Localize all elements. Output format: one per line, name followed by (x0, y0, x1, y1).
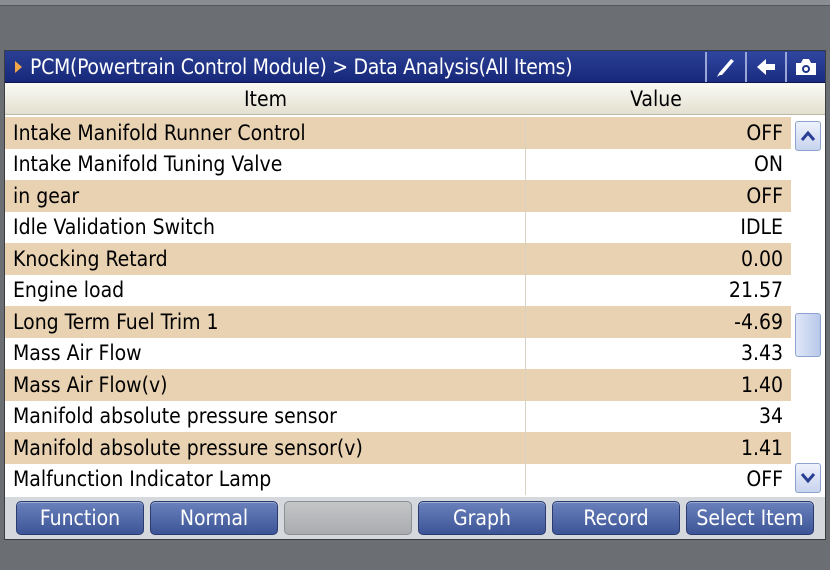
scroll-thumb[interactable] (795, 313, 821, 357)
row-item: Malfunction Indicator Lamp (5, 463, 526, 495)
record-button[interactable]: Record (552, 501, 680, 535)
row-item: Intake Manifold Runner Control (5, 117, 526, 149)
row-item: Mass Air Flow (5, 337, 526, 369)
data-table: Intake Manifold Runner Control OFF Intak… (5, 117, 791, 495)
table-row[interactable]: Engine load 21.57 (5, 274, 791, 306)
table-row[interactable]: Mass Air Flow(v) 1.40 (5, 369, 791, 401)
row-value: OFF (746, 467, 783, 492)
row-value: 21.57 (728, 278, 783, 303)
scroll-up-button[interactable] (795, 121, 821, 151)
row-value: 1.41 (740, 435, 783, 460)
table-row[interactable]: Mass Air Flow 3.43 (5, 337, 791, 369)
row-value: 1.40 (740, 372, 783, 397)
row-value: IDLE (740, 215, 783, 240)
top-strip (0, 0, 830, 6)
row-value: 0.00 (740, 246, 783, 271)
row-item: Engine load (5, 274, 526, 306)
title-bar: PCM(Powertrain Control Module) > Data An… (5, 51, 825, 83)
chevron-up-icon (800, 130, 816, 141)
row-item: Manifold absolute pressure sensor(v) (5, 432, 526, 464)
blank-button (284, 501, 412, 535)
back-icon (757, 58, 775, 75)
row-value: OFF (746, 120, 783, 145)
row-item: Knocking Retard (5, 243, 526, 275)
breadcrumb-arrow-icon (15, 60, 22, 73)
chevron-down-icon (800, 473, 816, 484)
normal-button[interactable]: Normal (150, 501, 278, 535)
table-row[interactable]: Idle Validation Switch IDLE (5, 211, 791, 243)
vertical-scrollbar[interactable] (793, 117, 823, 495)
select-item-button[interactable]: Select Item (686, 501, 814, 535)
row-item: Manifold absolute pressure sensor (5, 400, 526, 432)
table-row[interactable]: Manifold absolute pressure sensor 34 (5, 400, 791, 432)
row-value: ON (754, 152, 783, 177)
row-value: 3.43 (740, 341, 783, 366)
table-header: Item Value (5, 83, 825, 115)
column-header-value: Value (630, 86, 682, 111)
function-button-bar: Function Normal Graph Record Select Item (5, 497, 825, 539)
row-item: in gear (5, 180, 526, 212)
camera-icon (796, 58, 816, 75)
row-value: -4.69 (734, 309, 783, 334)
column-header-item: Item (243, 86, 287, 111)
camera-button[interactable] (785, 51, 825, 82)
graph-button[interactable]: Graph (418, 501, 546, 535)
edit-icon (717, 58, 734, 77)
table-row[interactable]: Manifold absolute pressure sensor(v) 1.4… (5, 432, 791, 464)
table-row[interactable]: Intake Manifold Runner Control OFF (5, 117, 791, 149)
table-row[interactable]: Knocking Retard 0.00 (5, 243, 791, 275)
breadcrumb: PCM(Powertrain Control Module) > Data An… (30, 54, 573, 79)
edit-button[interactable] (705, 51, 745, 82)
row-item: Mass Air Flow(v) (5, 369, 526, 401)
table-row[interactable]: Intake Manifold Tuning Valve ON (5, 148, 791, 180)
data-analysis-window: PCM(Powertrain Control Module) > Data An… (4, 50, 826, 540)
row-value: OFF (746, 183, 783, 208)
table-row[interactable]: Long Term Fuel Trim 1 -4.69 (5, 306, 791, 338)
row-item: Long Term Fuel Trim 1 (5, 306, 526, 338)
table-row[interactable]: Malfunction Indicator Lamp OFF (5, 463, 791, 495)
function-button[interactable]: Function (16, 501, 144, 535)
scroll-down-button[interactable] (795, 463, 821, 493)
row-item: Idle Validation Switch (5, 211, 526, 243)
row-item: Intake Manifold Tuning Valve (5, 148, 526, 180)
back-button[interactable] (745, 51, 785, 82)
row-value: 34 (758, 404, 783, 429)
table-row[interactable]: in gear OFF (5, 180, 791, 212)
